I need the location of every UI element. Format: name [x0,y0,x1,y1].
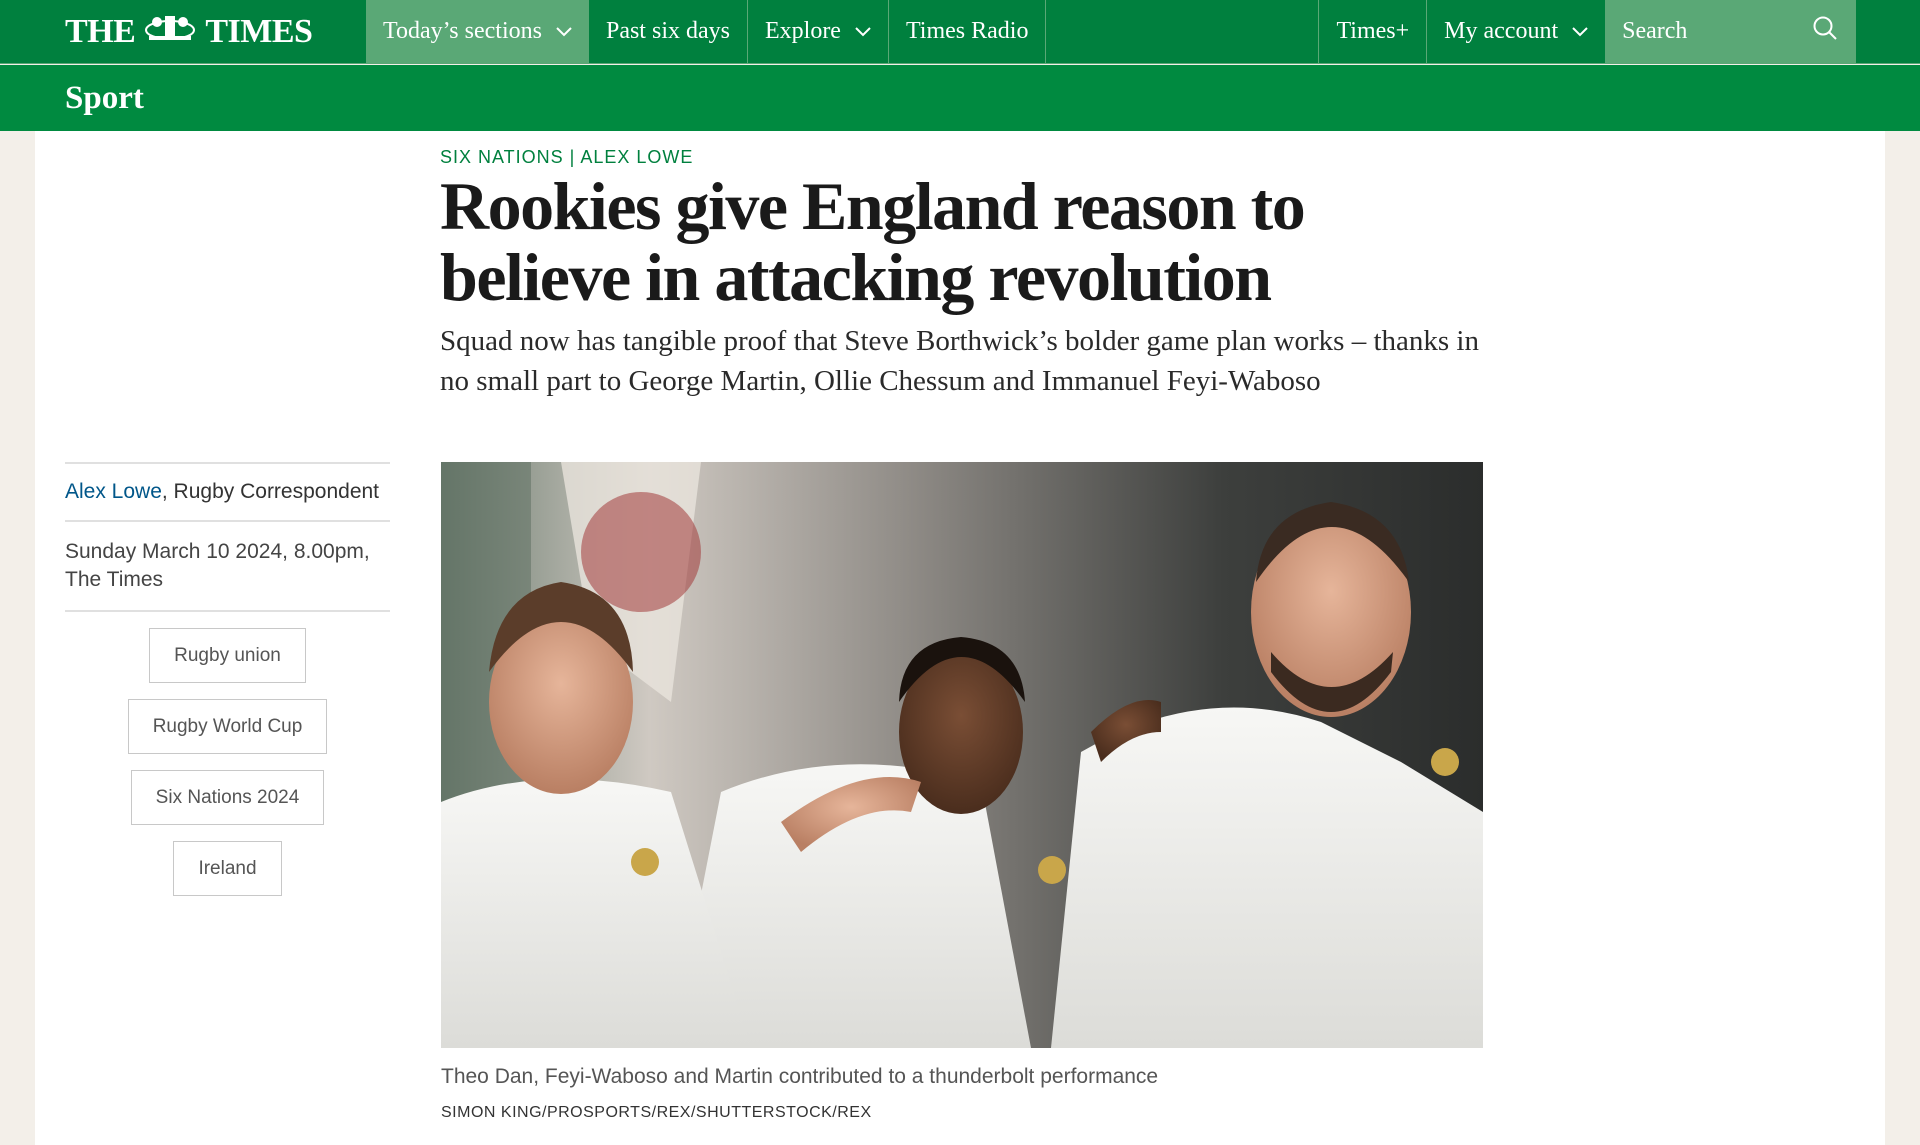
byline: Alex Lowe, Rugby Correspondent [65,464,390,520]
article-kicker[interactable]: SIX NATIONS | ALEX LOWE [440,147,693,168]
tag-rugby-union[interactable]: Rugby union [149,628,306,683]
article-hero-image [441,462,1483,1048]
author-role: , Rugby Correspondent [161,480,380,503]
search-placeholder: Search [1622,18,1688,44]
author-link[interactable]: Alex Lowe [65,480,162,503]
nav-past-six-days-label: Past six days [605,18,730,44]
chevron-down-icon [1572,26,1588,37]
logo-text-times: TIMES [205,12,313,50]
nav-times-plus[interactable]: Times+ [1319,0,1428,63]
times-logo[interactable]: THE TIMES [0,0,366,63]
article-standfirst: Squad now has tangible proof that Steve … [440,325,1479,397]
top-navigation: THE TIMES Today’s sections Past six days… [0,0,1920,64]
rugby-players-photo [441,462,1483,1048]
tag-ireland[interactable]: Ireland [173,841,282,896]
nav-spacer [1046,0,1320,63]
image-caption: Theo Dan, Feyi-Waboso and Martin contrib… [441,1065,1159,1088]
image-credit: SIMON KING/PROSPORTS/REX/SHUTTERSTOCK/RE… [441,1104,872,1121]
nav-todays-sections[interactable]: Today’s sections [366,0,589,63]
topic-tags: Rugby union Rugby World Cup Six Nations … [65,612,390,896]
section-bar: Sport [0,65,1920,131]
nav-explore[interactable]: Explore [748,0,889,63]
tag-rugby-world-cup[interactable]: Rugby World Cup [127,699,328,754]
crest-icon [143,12,197,51]
nav-explore-label: Explore [764,18,841,44]
search-input[interactable]: Search [1605,0,1857,63]
nav-times-plus-label: Times+ [1336,18,1410,44]
logo-text-the: THE [65,12,136,50]
search-icon[interactable] [1812,15,1838,48]
article-meta: Alex Lowe, Rugby Correspondent Sunday Ma… [65,462,390,896]
article-headline: Rookies give England reason to believe i… [440,168,1306,315]
chevron-down-icon [556,26,572,37]
publish-date: Sunday March 10 2024, 8.00pm, The Times [65,540,370,591]
nav-past-six-days[interactable]: Past six days [589,0,748,63]
nav-my-account[interactable]: My account [1427,0,1605,63]
nav-todays-sections-label: Today’s sections [383,18,542,44]
section-title[interactable]: Sport [65,80,144,117]
nav-my-account-label: My account [1444,18,1559,44]
nav-times-radio[interactable]: Times Radio [889,0,1047,63]
tag-six-nations-2024[interactable]: Six Nations 2024 [130,770,325,825]
article-container: SIX NATIONS | ALEX LOWE Rookies give Eng… [35,131,1885,1145]
chevron-down-icon [855,26,871,37]
nav-times-radio-label: Times Radio [905,18,1029,44]
